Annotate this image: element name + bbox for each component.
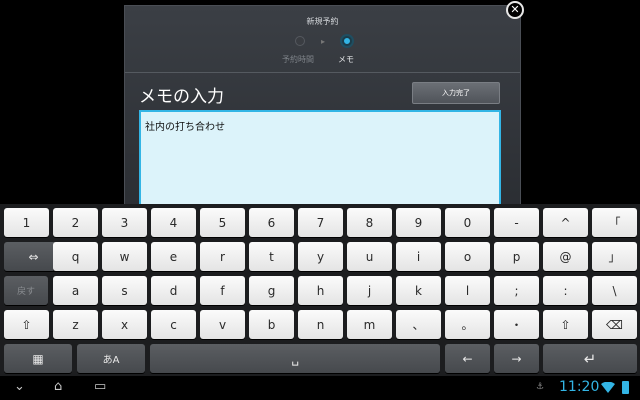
step-indicator-memo — [342, 36, 352, 46]
keyboard-row-bottom-letters: ⇧ z x c v b n m 、 。 ・ ⇧ ⌫ — [0, 310, 640, 342]
key-minus[interactable]: - — [494, 208, 539, 237]
soft-keyboard: 1 2 3 4 5 6 7 8 9 0 - ^ 「 ⇔ q w e r t y … — [0, 204, 640, 376]
key-6[interactable]: 6 — [249, 208, 294, 237]
key-at[interactable]: @ — [543, 242, 588, 271]
key-u[interactable]: u — [347, 242, 392, 271]
key-y[interactable]: y — [298, 242, 343, 271]
key-3[interactable]: 3 — [102, 208, 147, 237]
key-keyboard-settings-icon[interactable]: ▦ — [4, 344, 72, 373]
key-g[interactable]: g — [249, 276, 294, 305]
key-8[interactable]: 8 — [347, 208, 392, 237]
usb-icon: ⚓ — [536, 382, 545, 392]
key-comma-jp[interactable]: 、 — [396, 310, 441, 339]
key-c[interactable]: c — [151, 310, 196, 339]
key-m[interactable]: m — [347, 310, 392, 339]
key-w[interactable]: w — [102, 242, 147, 271]
key-z[interactable]: z — [53, 310, 98, 339]
system-status-bar: ⌄ ⌂ ▭ ⚓ 11:20 — [0, 376, 640, 400]
memo-textarea[interactable]: 社内の打ち合わせ — [139, 110, 501, 210]
key-0[interactable]: 0 — [445, 208, 490, 237]
key-shift-right-icon[interactable]: ⇧ — [543, 310, 588, 339]
battery-icon — [622, 381, 629, 394]
key-j[interactable]: j — [347, 276, 392, 305]
memo-heading: メモの入力 — [139, 87, 224, 107]
step-indicator-reservation-time — [295, 36, 305, 46]
step-label-reservation-time: 予約時間 — [282, 55, 314, 64]
key-q[interactable]: q — [53, 242, 98, 271]
key-t[interactable]: t — [249, 242, 294, 271]
key-5[interactable]: 5 — [200, 208, 245, 237]
key-2[interactable]: 2 — [53, 208, 98, 237]
key-backslash[interactable]: \ — [592, 276, 637, 305]
key-space[interactable]: ␣ — [150, 344, 440, 373]
key-v[interactable]: v — [200, 310, 245, 339]
key-caret[interactable]: ^ — [543, 208, 588, 237]
key-7[interactable]: 7 — [298, 208, 343, 237]
key-e[interactable]: e — [151, 242, 196, 271]
key-l[interactable]: l — [445, 276, 490, 305]
key-cursor-left-icon[interactable]: ← — [445, 344, 490, 373]
key-4[interactable]: 4 — [151, 208, 196, 237]
key-backspace-icon[interactable]: ⌫ — [592, 310, 637, 339]
keyboard-row-function: ▦ あA ␣ ← → ↵ — [0, 344, 640, 376]
wifi-icon — [601, 382, 615, 393]
key-p[interactable]: p — [494, 242, 539, 271]
keyboard-row-numbers: 1 2 3 4 5 6 7 8 9 0 - ^ 「 — [0, 208, 640, 240]
dialog-divider — [125, 72, 520, 73]
key-colon[interactable]: : — [543, 276, 588, 305]
key-undo[interactable]: 戻す — [4, 276, 48, 305]
key-1[interactable]: 1 — [4, 208, 49, 237]
new-reservation-dialog: 新規予約 ▸ 予約時間 メモ メモの入力 入力完了 社内の打ち合わせ — [124, 5, 521, 210]
key-s[interactable]: s — [102, 276, 147, 305]
key-enter-icon[interactable]: ↵ — [543, 344, 637, 373]
step-label-memo: メモ — [338, 55, 354, 64]
key-a[interactable]: a — [53, 276, 98, 305]
key-cursor-right-icon[interactable]: → — [494, 344, 539, 373]
nav-recents-icon[interactable]: ▭ — [94, 379, 106, 394]
key-9[interactable]: 9 — [396, 208, 441, 237]
status-clock: 11:20 — [559, 379, 600, 395]
key-i[interactable]: i — [396, 242, 441, 271]
key-shift-left-icon[interactable]: ⇧ — [4, 310, 49, 339]
done-button[interactable]: 入力完了 — [412, 82, 500, 104]
key-n[interactable]: n — [298, 310, 343, 339]
step-arrow-icon: ▸ — [321, 37, 326, 46]
key-close-bracket[interactable]: 」 — [592, 242, 637, 271]
key-kana-alpha-toggle[interactable]: あA — [77, 344, 145, 373]
key-d[interactable]: d — [151, 276, 196, 305]
key-b[interactable]: b — [249, 310, 294, 339]
key-h[interactable]: h — [298, 276, 343, 305]
key-middle-dot[interactable]: ・ — [494, 310, 539, 339]
key-x[interactable]: x — [102, 310, 147, 339]
key-semicolon[interactable]: ; — [494, 276, 539, 305]
key-k[interactable]: k — [396, 276, 441, 305]
keyboard-row-qwerty: ⇔ q w e r t y u i o p @ 」 — [0, 242, 640, 274]
nav-home-icon[interactable]: ⌂ — [54, 379, 62, 394]
dialog-title: 新規予約 — [306, 17, 339, 26]
key-period-jp[interactable]: 。 — [445, 310, 490, 339]
key-open-bracket[interactable]: 「 — [592, 208, 637, 237]
keyboard-row-home: 戻す a s d f g h j k l ; : \ — [0, 276, 640, 308]
key-f[interactable]: f — [200, 276, 245, 305]
close-dialog-button[interactable]: ✕ — [506, 1, 524, 19]
key-o[interactable]: o — [445, 242, 490, 271]
nav-back-icon[interactable]: ⌄ — [14, 379, 25, 394]
key-r[interactable]: r — [200, 242, 245, 271]
